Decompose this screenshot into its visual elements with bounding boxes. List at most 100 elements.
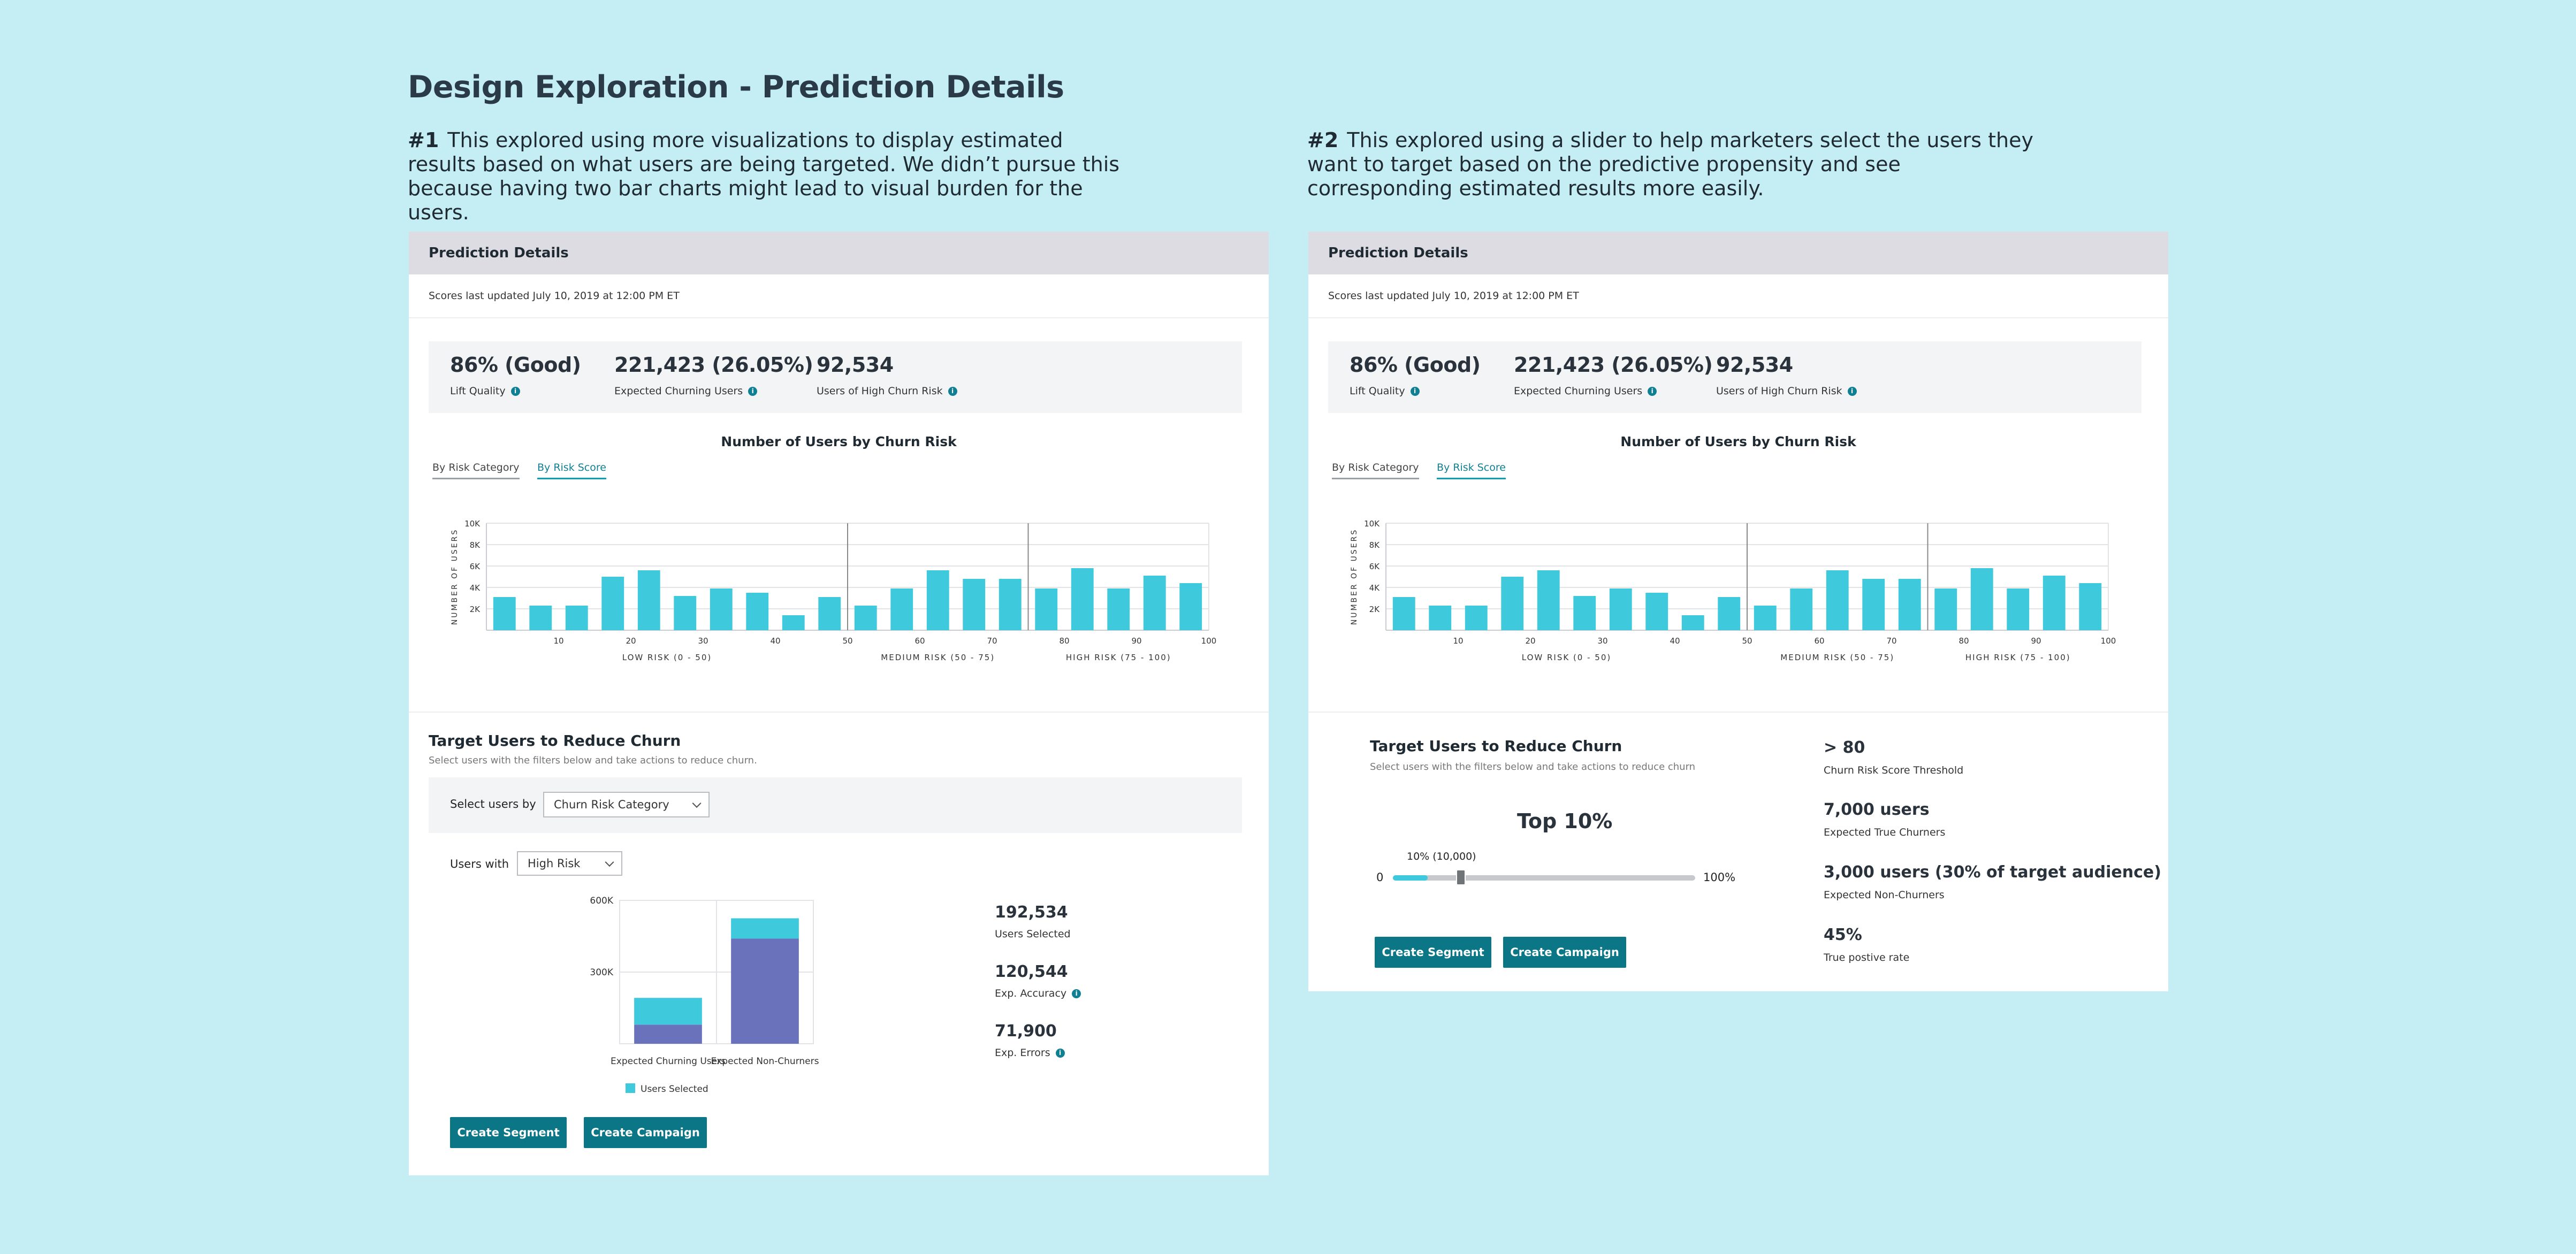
x-tick-label: 20	[626, 636, 636, 646]
metrics-summary: 86% (Good) Lift Quality i 221,423 (26.05%…	[429, 341, 1242, 413]
divider	[1308, 712, 2168, 713]
right-stat-true-churners: 7,000 users Expected True Churners	[1824, 800, 1945, 838]
create-campaign-button[interactable]: Create Campaign	[584, 1117, 707, 1148]
x-tick-label: 90	[1131, 636, 1141, 646]
stacked-bar-segment	[731, 918, 799, 939]
metric-value: 221,423 (26.05%)	[1514, 353, 1713, 377]
metric-label: Users of High Churn Risk	[1716, 385, 1842, 397]
metric-lift-quality: 86% (Good) Lift Quality i	[450, 353, 581, 397]
x-tick-label: 50	[842, 636, 852, 646]
histogram-bar	[890, 588, 913, 630]
slider-value-label: 10% (10,000)	[1407, 851, 1476, 862]
left-stat-exp-errors: 71,900 Exp. Errors i	[995, 1022, 1065, 1059]
page-title: Design Exploration - Prediction Details	[408, 70, 1064, 105]
stat-value: 45%	[1824, 926, 1862, 944]
info-icon[interactable]: i	[1055, 1048, 1065, 1058]
stat-value: > 80	[1824, 738, 1865, 757]
histogram-bar	[1429, 606, 1452, 630]
histogram-bar	[674, 596, 697, 630]
x-tick-label: 90	[2031, 636, 2041, 646]
info-icon[interactable]: i	[748, 386, 758, 396]
create-segment-button[interactable]: Create Segment	[450, 1117, 567, 1148]
divider	[409, 712, 1269, 713]
x-tick-label: 30	[1597, 636, 1607, 646]
chevron-down-icon	[605, 858, 614, 867]
info-icon[interactable]: i	[1072, 989, 1081, 998]
stat-label: Churn Risk Score Threshold	[1824, 764, 1964, 776]
stat-label: Exp. Accuracy	[995, 988, 1067, 999]
panel-header: Prediction Details	[409, 232, 1269, 274]
histogram-bar	[1862, 579, 1885, 630]
metric-value: 86% (Good)	[1350, 353, 1481, 377]
tab-by-risk-category[interactable]: By Risk Category	[1332, 462, 1419, 479]
x-category-label: Expected Non-Churners	[711, 1056, 819, 1067]
histogram-bar	[710, 588, 733, 630]
histogram-bar	[1790, 588, 1813, 630]
histogram-bar	[999, 579, 1022, 630]
stat-value: 71,900	[995, 1022, 1057, 1041]
create-campaign-button[interactable]: Create Campaign	[1503, 937, 1626, 968]
risk-segment-label: MEDIUM RISK (50 - 75)	[881, 653, 995, 662]
create-segment-button[interactable]: Create Segment	[1375, 937, 1491, 968]
stat-label: Exp. Errors	[995, 1047, 1050, 1059]
stat-label: Users Selected	[995, 928, 1071, 940]
slider-min-label: 0	[1376, 871, 1384, 884]
churn-risk-category-select[interactable]: Churn Risk Category	[543, 792, 710, 817]
x-tick-label: 70	[987, 636, 997, 646]
metric-lift-quality: 86% (Good) Lift Quality i	[1350, 353, 1481, 397]
info-icon[interactable]: i	[948, 386, 957, 396]
y-tick-label: 4K	[1369, 583, 1381, 593]
y-tick-label: 8K	[470, 540, 481, 550]
x-tick-label: 10	[1453, 636, 1463, 646]
stat-label: Expected True Churners	[1824, 827, 1946, 838]
info-icon[interactable]: i	[510, 386, 520, 396]
target-section-title: Target Users to Reduce Churn	[429, 732, 681, 750]
prediction-panel-left: Prediction Details Scores last updated J…	[409, 232, 1269, 1175]
stat-label: Expected Non-Churners	[1824, 889, 1945, 901]
histogram-bar	[926, 570, 949, 630]
percentile-slider[interactable]	[1393, 869, 1695, 885]
histogram-bar	[1035, 588, 1058, 630]
histogram-bar	[2007, 588, 2030, 630]
histogram-bar	[1609, 588, 1632, 630]
metric-expected-churning-users: 221,423 (26.05%) Expected Churning Users…	[1514, 353, 1713, 397]
select-value: Churn Risk Category	[554, 798, 669, 811]
prediction-panel-right: Prediction Details Scores last updated J…	[1308, 232, 2168, 991]
info-icon[interactable]: i	[1410, 386, 1420, 396]
metric-label: Lift Quality	[450, 385, 506, 397]
x-tick-label: 100	[2101, 636, 2116, 646]
risk-level-select[interactable]: High Risk	[517, 851, 622, 876]
tab-by-risk-score[interactable]: By Risk Score	[537, 462, 606, 479]
histogram-bar	[782, 615, 805, 630]
y-tick-label: 8K	[1369, 540, 1381, 550]
slider-handle[interactable]	[1455, 869, 1466, 885]
y-tick-label: 600K	[590, 896, 613, 906]
tab-by-risk-score[interactable]: By Risk Score	[1437, 462, 1506, 479]
x-tick-label: 40	[770, 636, 780, 646]
histogram-bar	[1826, 570, 1849, 630]
x-tick-label: 40	[1670, 636, 1680, 646]
histogram-bar	[601, 577, 624, 630]
histogram-bar	[854, 606, 877, 630]
filter-bar: Select users by Churn Risk Category	[429, 777, 1242, 833]
risk-segment-label: HIGH RISK (75 - 100)	[1965, 653, 2071, 662]
metric-expected-churning-users: 221,423 (26.05%) Expected Churning Users…	[614, 353, 813, 397]
stacked-bar-segment	[634, 998, 702, 1025]
risk-segment-label: LOW RISK (0 - 50)	[622, 653, 712, 662]
histogram-bar	[1754, 606, 1777, 630]
y-axis-label: NUMBER OF USERS	[451, 529, 459, 625]
slider-fill	[1393, 875, 1428, 881]
exploration-2-text: This explored using a slider to help mar…	[1307, 128, 2033, 200]
stacked-bar-segment	[634, 1024, 702, 1044]
stacked-bar-chart: 300K 600K Expected Churning UsersExpected …	[590, 896, 819, 1095]
scores-updated-text: Scores last updated July 10, 2019 at 12:…	[409, 274, 1269, 318]
tab-by-risk-category[interactable]: By Risk Category	[432, 462, 520, 479]
histogram-bar	[1718, 597, 1741, 630]
info-icon[interactable]: i	[1648, 386, 1657, 396]
histogram-bar	[493, 597, 516, 630]
histogram-bar	[565, 606, 588, 630]
info-icon[interactable]: i	[1847, 386, 1857, 396]
legend-label: Users Selected	[641, 1084, 708, 1095]
metric-label: Users of High Churn Risk	[817, 385, 943, 397]
histogram-bar	[1501, 577, 1524, 630]
